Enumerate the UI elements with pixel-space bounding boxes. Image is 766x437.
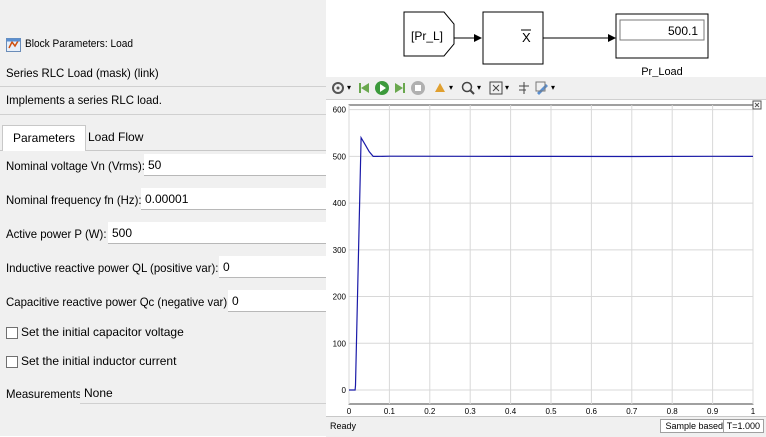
display-value: 500.1 xyxy=(668,24,698,38)
status-bar: Ready Sample based T=1.000 xyxy=(326,416,766,437)
measurements-dropdown[interactable]: None xyxy=(80,382,326,404)
y-tick-label: 200 xyxy=(333,293,347,302)
x-tick-label: 0.8 xyxy=(667,407,679,416)
divider xyxy=(0,114,326,115)
nominal-frequency-label: Nominal frequency fn (Hz): xyxy=(6,193,142,207)
simulink-diagram: [Pr_L] X 500.1 Pr_Load xyxy=(326,0,766,77)
inductor-current-label: Set the initial inductor current xyxy=(21,354,177,368)
chevron-down-icon[interactable]: ▾ xyxy=(345,80,353,96)
x-tick-label: 0.7 xyxy=(626,407,638,416)
nominal-voltage-row: Nominal voltage Vn (Vrms): xyxy=(6,159,152,173)
fit-icon[interactable] xyxy=(488,80,504,96)
tab-bar: Parameters Load Flow xyxy=(0,122,326,151)
parameters-panel: Nominal voltage Vn (Vrms): 50 Nominal fr… xyxy=(0,151,326,436)
dialog-title: Block Parameters: Load xyxy=(25,38,133,50)
from-tag-label: [Pr_L] xyxy=(411,29,443,43)
capacitive-power-row: Capacitive reactive power Qc (negative v… xyxy=(6,295,242,309)
zoom-icon[interactable] xyxy=(460,80,476,96)
capacitor-voltage-checkbox[interactable] xyxy=(6,327,18,339)
sim-time: T=1.000 xyxy=(722,419,764,433)
arrow-head-icon xyxy=(608,34,616,42)
x-tick-label: 0.1 xyxy=(384,407,396,416)
y-tick-label: 600 xyxy=(333,106,347,115)
divider xyxy=(0,86,326,87)
scope-plot: 0100200300400500600 0 0.1 0.2 0.3 0.4 0.5 0.6 0… xyxy=(326,100,766,416)
step-back-icon[interactable] xyxy=(356,80,372,96)
capacitor-voltage-label: Set the initial capacitor voltage xyxy=(21,325,184,339)
x-axis: 0 0.1 0.2 0.3 0.4 0.5 0.6 0.7 0.8 0.9 1 xyxy=(347,407,756,416)
dialog-titlebar[interactable]: Block Parameters: Load xyxy=(0,33,326,57)
measurements-label: Measurements xyxy=(6,387,82,401)
x-tick-label: 0.4 xyxy=(505,407,517,416)
mean-block-x-icon: X xyxy=(522,30,531,45)
mean-block[interactable] xyxy=(482,11,544,65)
capacitive-power-label: Capacitive reactive power Qc (negative v… xyxy=(6,295,231,309)
tab-parameters[interactable]: Parameters xyxy=(2,125,87,151)
step-forward-icon[interactable] xyxy=(392,80,408,96)
y-tick-label: 300 xyxy=(333,246,347,255)
sample-mode: Sample based xyxy=(660,419,728,433)
x-tick-label: 0.2 xyxy=(424,407,436,416)
measurements-row: Measurements xyxy=(6,387,85,401)
x-tick-label: 0.6 xyxy=(586,407,598,416)
active-power-row: Active power P (W): xyxy=(6,227,112,241)
inductor-current-checkbox[interactable] xyxy=(6,356,18,368)
mask-type-label: Series RLC Load (mask) (link) xyxy=(6,66,159,80)
capacitive-power-field[interactable]: 0 xyxy=(228,290,326,312)
style-icon[interactable] xyxy=(534,80,550,96)
settings-icon[interactable] xyxy=(330,80,346,96)
x-tick-label: 0.3 xyxy=(465,407,477,416)
nominal-voltage-label: Nominal voltage Vn (Vrms): xyxy=(6,159,145,173)
nominal-frequency-field[interactable]: 0.00001 xyxy=(141,188,326,210)
chevron-down-icon[interactable]: ▾ xyxy=(475,80,483,96)
active-power-label: Active power P (W): xyxy=(6,227,107,241)
inductive-power-label: Inductive reactive power QL (positive va… xyxy=(6,261,219,275)
block-description: Implements a series RLC load. xyxy=(6,93,162,107)
x-tick-label: 0.9 xyxy=(707,407,719,416)
chevron-down-icon[interactable]: ▾ xyxy=(447,80,455,96)
active-power-field[interactable]: 500 xyxy=(108,222,326,244)
stop-icon[interactable] xyxy=(410,80,426,96)
y-tick-label: 0 xyxy=(342,386,347,395)
cursor-icon[interactable] xyxy=(516,80,532,96)
y-tick-label: 100 xyxy=(333,339,347,348)
chevron-down-icon[interactable]: ▾ xyxy=(549,80,557,96)
tab-load-flow[interactable]: Load Flow xyxy=(78,125,153,149)
x-tick-label: 1 xyxy=(751,407,756,416)
scope-toolbar: ▾ ▾ ▾ ▾ ▾ xyxy=(326,77,766,100)
inductive-power-row: Inductive reactive power QL (positive va… xyxy=(6,261,230,275)
arrow-head-icon xyxy=(474,34,482,42)
nominal-frequency-row: Nominal frequency fn (Hz): xyxy=(6,193,149,207)
simulink-block-icon xyxy=(6,38,21,52)
x-tick-label: 0 xyxy=(347,407,352,416)
x-tick-label: 0.5 xyxy=(545,407,557,416)
nominal-voltage-field[interactable]: 50 xyxy=(144,154,326,176)
highlight-icon[interactable] xyxy=(432,80,448,96)
chevron-down-icon[interactable]: ▾ xyxy=(503,80,511,96)
display-block-label: Pr_Load xyxy=(641,66,683,77)
block-parameters-dialog: Block Parameters: Load Series RLC Load (… xyxy=(0,0,326,436)
run-icon[interactable] xyxy=(374,80,390,96)
status-ready: Ready xyxy=(330,421,357,431)
y-axis: 0 100 200 300 400 500 600 xyxy=(333,106,347,395)
y-tick-label: 400 xyxy=(333,199,347,208)
y-tick-label: 500 xyxy=(333,152,347,161)
inductive-power-field[interactable]: 0 xyxy=(219,256,326,278)
